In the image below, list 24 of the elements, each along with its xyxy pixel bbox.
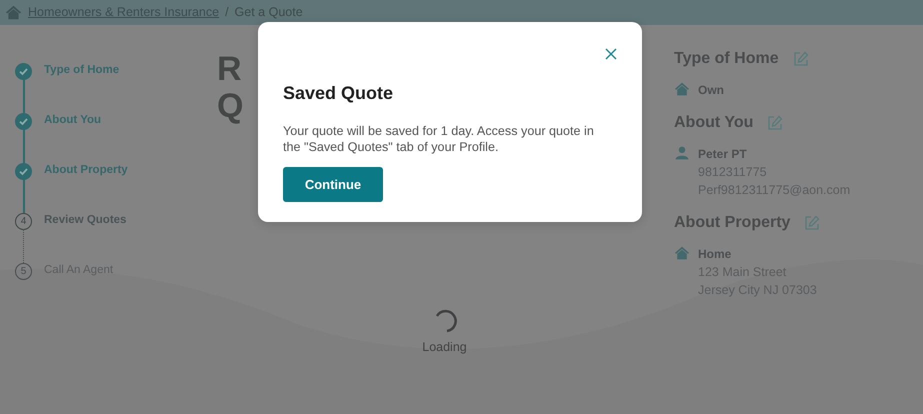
section-title: Type of Home (674, 49, 779, 69)
home-icon (674, 245, 690, 261)
step-label[interactable]: Type of Home (44, 62, 120, 80)
step-label[interactable]: About You (44, 112, 102, 130)
edit-icon[interactable] (804, 215, 820, 231)
step-label[interactable]: About Property (44, 162, 128, 180)
modal-title: Saved Quote (283, 82, 394, 105)
edit-icon[interactable] (792, 51, 809, 67)
step-number: 5 (15, 262, 32, 280)
home-icon[interactable] (5, 4, 22, 21)
step-number: 4 (15, 212, 32, 230)
heading-text: R (217, 51, 243, 88)
loading-label: Loading (422, 339, 467, 356)
home-icon (674, 81, 690, 97)
edit-icon[interactable] (767, 115, 784, 131)
breadcrumb-separator: / (225, 4, 229, 22)
modal-message: Your quote will be saved for 1 day. Access your quote in the "Saved Quotes" tab of your Profile. (283, 123, 595, 155)
close-icon[interactable] (605, 48, 617, 60)
person-icon (674, 145, 690, 161)
section-title: About You (674, 113, 754, 133)
heading-text: Q (217, 88, 244, 125)
section-title: About Property (674, 213, 790, 233)
continue-button[interactable]: Continue (283, 167, 383, 202)
step-label[interactable]: Review Quotes (44, 212, 126, 230)
